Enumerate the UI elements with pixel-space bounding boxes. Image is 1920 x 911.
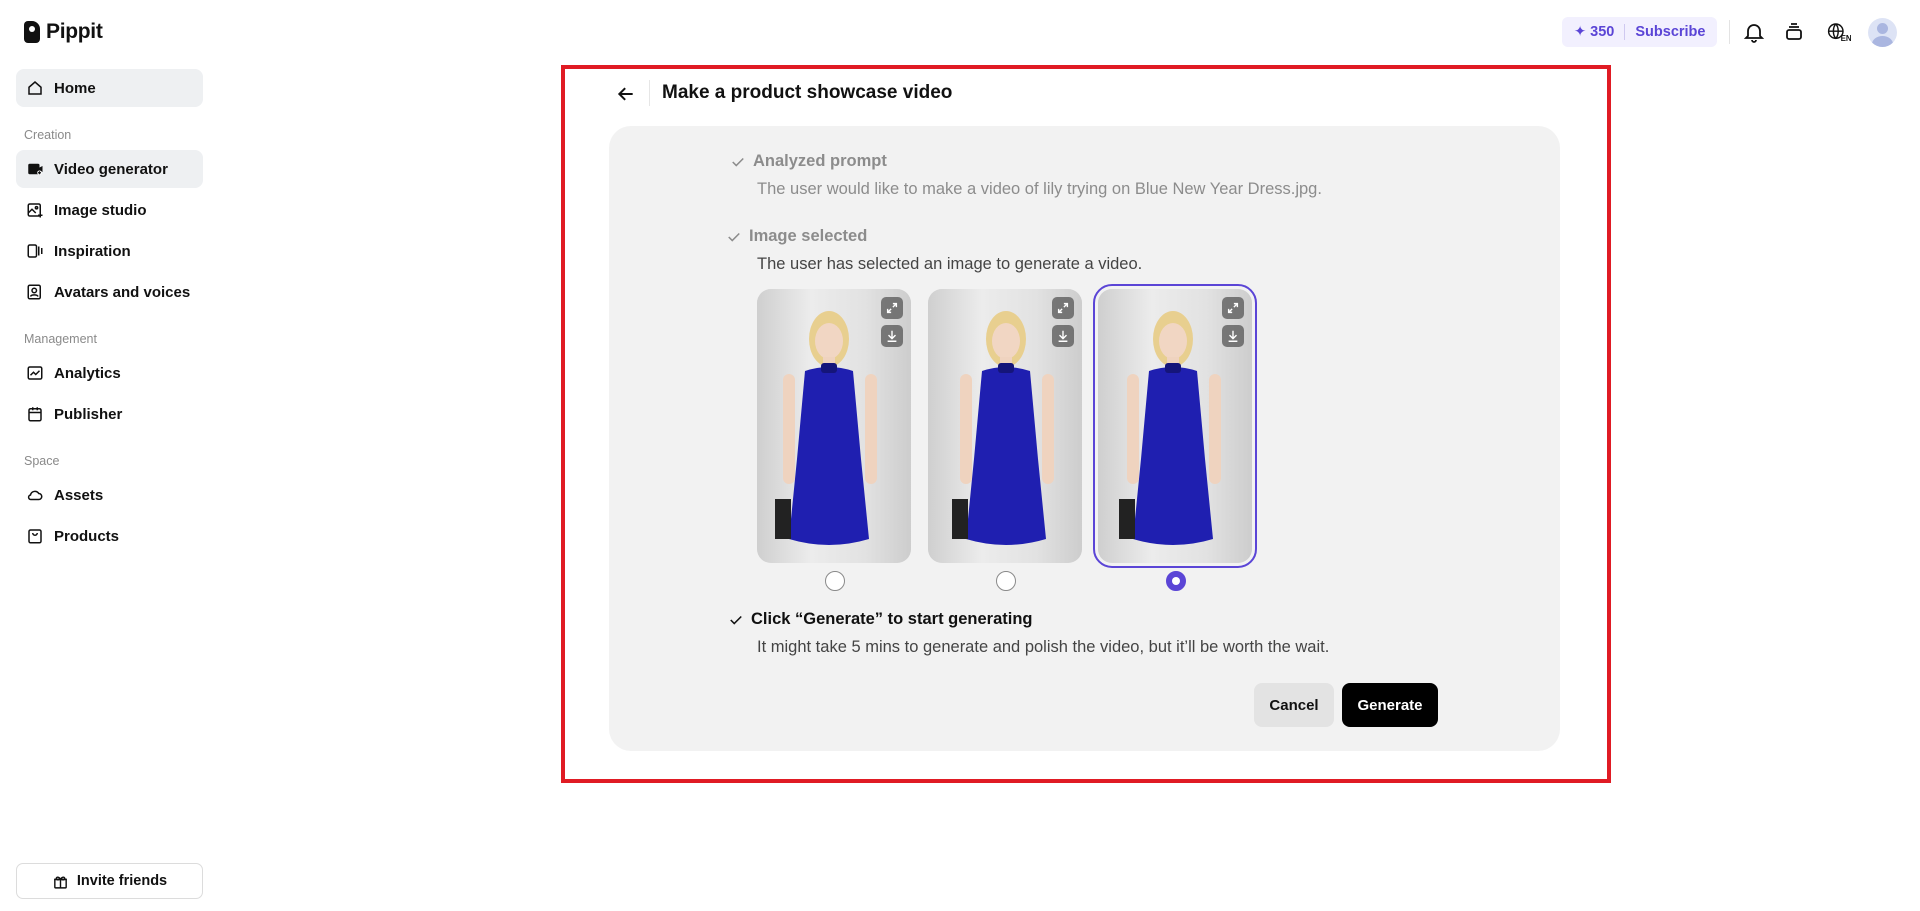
credits-count: ✦ 350	[1574, 24, 1615, 40]
sidebar-item-products[interactable]: Products	[16, 517, 203, 555]
download-icon[interactable]	[1222, 325, 1244, 347]
invite-label: Invite friends	[76, 873, 168, 889]
generate-button[interactable]: Generate	[1342, 683, 1438, 727]
step-image-selected: Image selected	[727, 227, 867, 246]
sidebar-item-label: Publisher	[54, 405, 123, 423]
check-icon	[730, 615, 742, 625]
logo[interactable]: Pippit	[24, 20, 103, 44]
check-icon	[728, 232, 740, 242]
inspiration-icon	[26, 242, 44, 260]
generation-card	[609, 126, 1560, 751]
expand-icon[interactable]	[1222, 297, 1244, 319]
step-description: The user has selected an image to genera…	[757, 255, 1143, 273]
stack-icon[interactable]	[1780, 18, 1808, 46]
svg-text:EN: EN	[1841, 34, 1851, 43]
image-option-3[interactable]	[1093, 284, 1257, 568]
sidebar-item-home[interactable]: Home	[16, 69, 203, 107]
avatar-icon	[26, 283, 44, 301]
step-title: Click “Generate” to start generating	[751, 610, 1033, 628]
logo-text: Pippit	[46, 20, 103, 43]
image-radio-2[interactable]	[996, 571, 1016, 591]
invite-friends-button[interactable]: Invite friends	[16, 863, 203, 899]
calendar-icon	[26, 405, 44, 423]
section-label-space: Space	[24, 454, 60, 468]
step-title: Image selected	[749, 227, 868, 245]
sidebar-item-inspiration[interactable]: Inspiration	[16, 232, 203, 270]
sidebar-item-analytics[interactable]: Analytics	[16, 354, 203, 392]
globe-icon[interactable]: EN	[1822, 18, 1856, 46]
topbar-divider	[1729, 20, 1730, 44]
sidebar-item-avatars-voices[interactable]: Avatars and voices	[16, 273, 203, 311]
sidebar-item-label: Assets	[54, 486, 104, 504]
sidebar-item-image-studio[interactable]: Image studio	[16, 191, 203, 229]
step-description: The user would like to make a video of l…	[757, 180, 1322, 198]
gift-icon	[52, 873, 69, 890]
image-radio-3[interactable]	[1166, 571, 1186, 591]
section-label-management: Management	[24, 332, 97, 346]
image-option-2[interactable]	[928, 289, 1082, 563]
sidebar-item-label: Products	[54, 527, 120, 545]
sidebar-item-publisher[interactable]: Publisher	[16, 395, 203, 433]
section-label-creation: Creation	[24, 128, 72, 142]
image-option-1[interactable]	[757, 289, 911, 563]
video-generator-icon	[26, 160, 44, 178]
title-divider	[649, 80, 650, 106]
sidebar-item-label: Avatars and voices	[54, 283, 191, 301]
sidebar: Pippit Home Creation Video generator Ima…	[0, 0, 218, 911]
image-radio-1[interactable]	[825, 571, 845, 591]
back-arrow-icon[interactable]	[614, 82, 638, 106]
step-description: It might take 5 mins to generate and pol…	[757, 638, 1330, 656]
check-icon	[732, 157, 744, 167]
image-studio-icon	[26, 201, 44, 219]
pill-divider	[1624, 24, 1626, 40]
pippit-logo-icon	[24, 21, 40, 43]
bag-icon	[26, 527, 44, 545]
sidebar-item-assets[interactable]: Assets	[16, 476, 203, 514]
credits-subscribe-pill[interactable]: ✦ 350 Subscribe	[1562, 17, 1718, 47]
subscribe-link[interactable]: Subscribe	[1635, 24, 1705, 40]
sidebar-item-label: Image studio	[54, 201, 147, 219]
home-icon	[26, 79, 44, 97]
step-analyzed-prompt: Analyzed prompt	[731, 152, 887, 171]
sidebar-item-video-generator[interactable]: Video generator	[16, 150, 203, 188]
user-avatar[interactable]	[1868, 18, 1897, 47]
expand-icon[interactable]	[881, 297, 903, 319]
analytics-icon	[26, 364, 44, 382]
sidebar-item-label: Analytics	[54, 364, 121, 382]
sidebar-item-label: Video generator	[54, 160, 168, 178]
cancel-button[interactable]: Cancel	[1254, 683, 1334, 727]
bell-icon[interactable]	[1740, 18, 1768, 46]
page-title: Make a product showcase video	[662, 82, 953, 103]
expand-icon[interactable]	[1052, 297, 1074, 319]
cloud-icon	[26, 486, 44, 504]
download-icon[interactable]	[881, 325, 903, 347]
step-title: Analyzed prompt	[753, 152, 887, 170]
download-icon[interactable]	[1052, 325, 1074, 347]
sidebar-item-label: Inspiration	[54, 242, 131, 260]
sidebar-item-label: Home	[54, 79, 96, 97]
step-click-generate: Click “Generate” to start generating	[729, 610, 1033, 629]
